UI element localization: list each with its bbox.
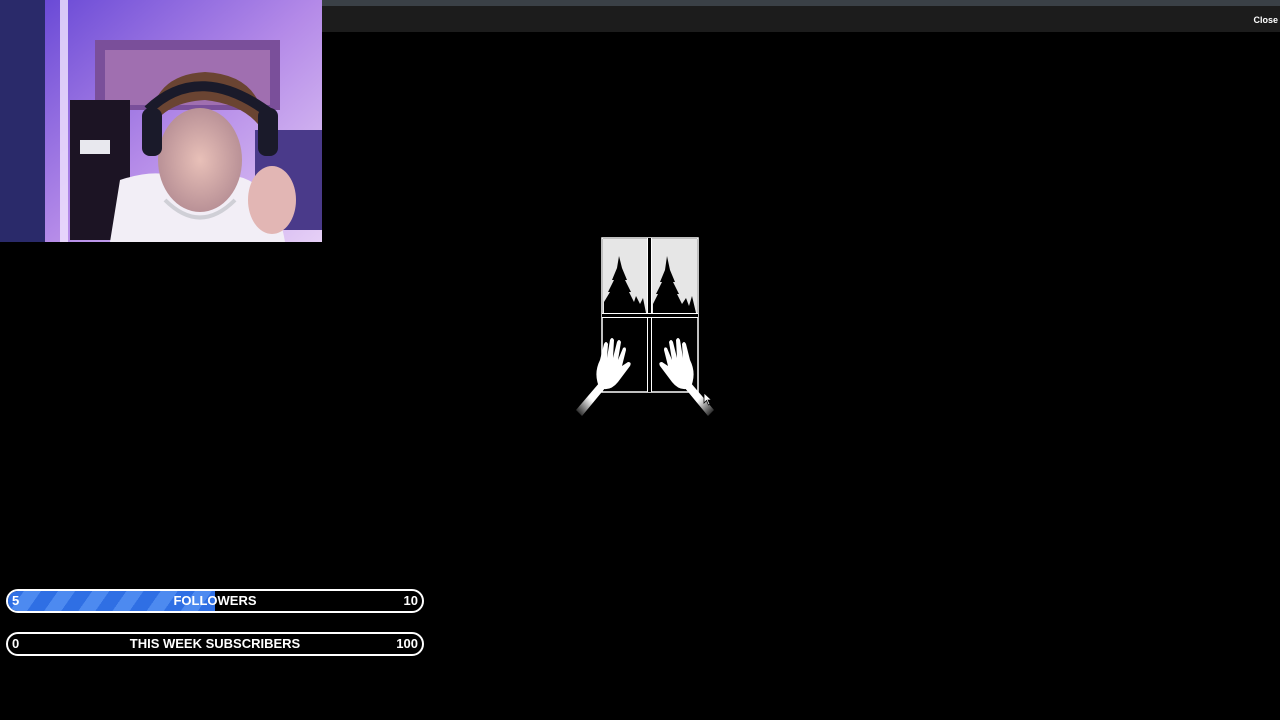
window-hands-illustration <box>576 237 714 416</box>
close-button[interactable]: Close <box>1253 15 1280 25</box>
stream-canvas: Close FOLLOWERS 5 10 THIS WEEK SUBSCRIBE… <box>0 0 1280 720</box>
mouse-cursor-icon <box>703 392 713 406</box>
webcam-overlay <box>0 0 322 242</box>
subscribers-goal-label: THIS WEEK SUBSCRIBERS <box>129 636 301 651</box>
followers-goal-label: FOLLOWERS <box>173 593 257 608</box>
followers-goal-target: 10 <box>403 593 418 608</box>
followers-goal-current: 5 <box>12 593 20 608</box>
subscribers-goal-target: 100 <box>396 636 418 651</box>
subscribers-goal-bar: THIS WEEK SUBSCRIBERS 0 100 <box>6 632 424 656</box>
webcam-feed-image <box>0 0 322 242</box>
top-bar: Close <box>320 0 1280 32</box>
subscribers-goal-current: 0 <box>12 636 20 651</box>
followers-goal-bar: FOLLOWERS 5 10 <box>6 589 424 613</box>
